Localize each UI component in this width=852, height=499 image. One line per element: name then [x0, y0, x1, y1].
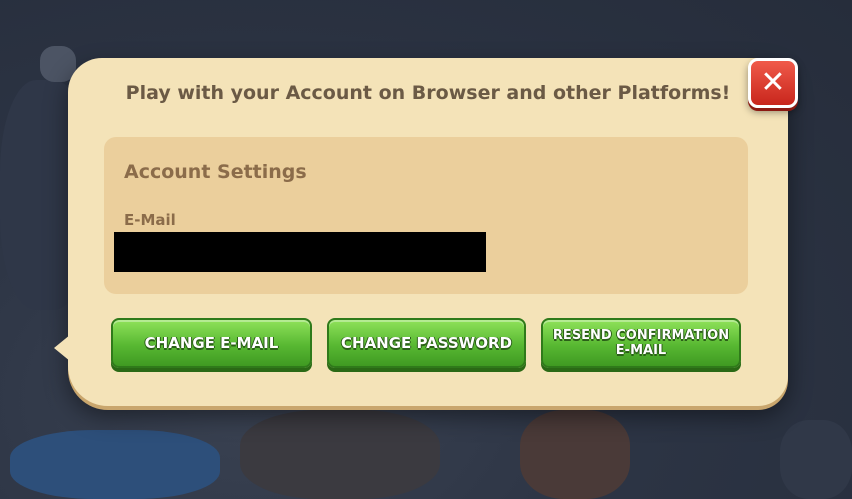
background-grass	[10, 430, 220, 499]
resend-confirmation-email-button[interactable]: RESEND CONFIRMATION E-MAIL	[541, 318, 741, 368]
background-tower	[520, 410, 630, 499]
email-label: E-Mail	[124, 211, 176, 229]
account-settings-panel: Account Settings E-Mail	[104, 137, 748, 294]
background-ruins	[240, 410, 440, 499]
change-email-button[interactable]: CHANGE E-MAIL	[111, 318, 312, 368]
background-rock-right	[780, 420, 852, 499]
change-password-button[interactable]: CHANGE PASSWORD	[327, 318, 526, 368]
close-icon: ✕	[760, 65, 786, 100]
email-value-redacted	[114, 232, 486, 272]
close-button[interactable]: ✕	[748, 58, 798, 108]
panel-title: Account Settings	[124, 161, 307, 183]
dialog-title: Play with your Account on Browser and ot…	[125, 82, 731, 104]
dialog-notch	[54, 330, 76, 366]
